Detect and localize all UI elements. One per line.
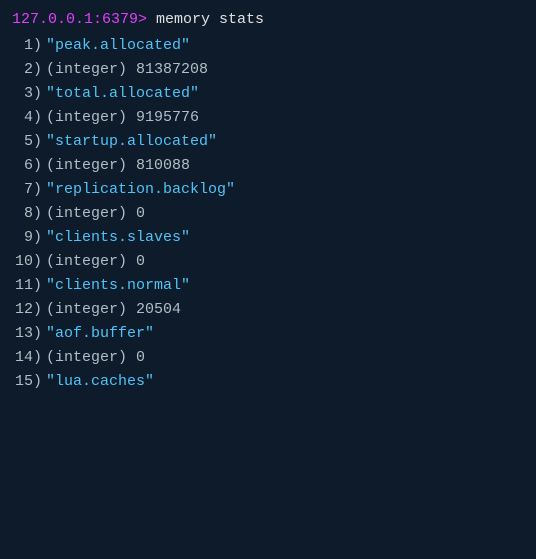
line-string-value: "total.allocated": [46, 82, 199, 106]
output-lines: 1)"peak.allocated"2)(integer) 813872083)…: [12, 34, 524, 394]
line-number: 10): [14, 250, 42, 274]
line-string-value: "clients.slaves": [46, 226, 190, 250]
prompt-command: memory stats: [156, 8, 264, 32]
line-integer-value: (integer) 9195776: [46, 106, 199, 130]
output-line: 9)"clients.slaves": [12, 226, 524, 250]
line-number: 1): [14, 34, 42, 58]
line-integer-value: (integer) 20504: [46, 298, 181, 322]
line-number: 4): [14, 106, 42, 130]
output-line: 3)"total.allocated": [12, 82, 524, 106]
line-integer-value: (integer) 810088: [46, 154, 190, 178]
output-line: 12)(integer) 20504: [12, 298, 524, 322]
line-integer-value: (integer) 0: [46, 346, 145, 370]
output-line: 8)(integer) 0: [12, 202, 524, 226]
line-number: 2): [14, 58, 42, 82]
line-integer-value: (integer) 0: [46, 250, 145, 274]
line-string-value: "replication.backlog": [46, 178, 235, 202]
line-number: 3): [14, 82, 42, 106]
output-line: 13)"aof.buffer": [12, 322, 524, 346]
output-line: 6)(integer) 810088: [12, 154, 524, 178]
line-number: 11): [14, 274, 42, 298]
line-string-value: "peak.allocated": [46, 34, 190, 58]
line-string-value: "aof.buffer": [46, 322, 154, 346]
output-line: 5)"startup.allocated": [12, 130, 524, 154]
output-line: 10)(integer) 0: [12, 250, 524, 274]
line-string-value: "startup.allocated": [46, 130, 217, 154]
line-integer-value: (integer) 0: [46, 202, 145, 226]
output-line: 2)(integer) 81387208: [12, 58, 524, 82]
line-number: 9): [14, 226, 42, 250]
line-string-value: "lua.caches": [46, 370, 154, 394]
output-line: 14)(integer) 0: [12, 346, 524, 370]
output-line: 15)"lua.caches": [12, 370, 524, 394]
line-number: 12): [14, 298, 42, 322]
line-number: 7): [14, 178, 42, 202]
line-number: 8): [14, 202, 42, 226]
line-string-value: "clients.normal": [46, 274, 190, 298]
line-number: 6): [14, 154, 42, 178]
prompt-host: 127.0.0.1:6379>: [12, 8, 156, 32]
terminal-window: 127.0.0.1:6379> memory stats 1)"peak.all…: [0, 0, 536, 559]
output-line: 4)(integer) 9195776: [12, 106, 524, 130]
line-integer-value: (integer) 81387208: [46, 58, 208, 82]
line-number: 5): [14, 130, 42, 154]
output-line: 11)"clients.normal": [12, 274, 524, 298]
line-number: 15): [14, 370, 42, 394]
output-line: 1)"peak.allocated": [12, 34, 524, 58]
prompt-line: 127.0.0.1:6379> memory stats: [12, 8, 524, 32]
line-number: 13): [14, 322, 42, 346]
line-number: 14): [14, 346, 42, 370]
output-line: 7)"replication.backlog": [12, 178, 524, 202]
